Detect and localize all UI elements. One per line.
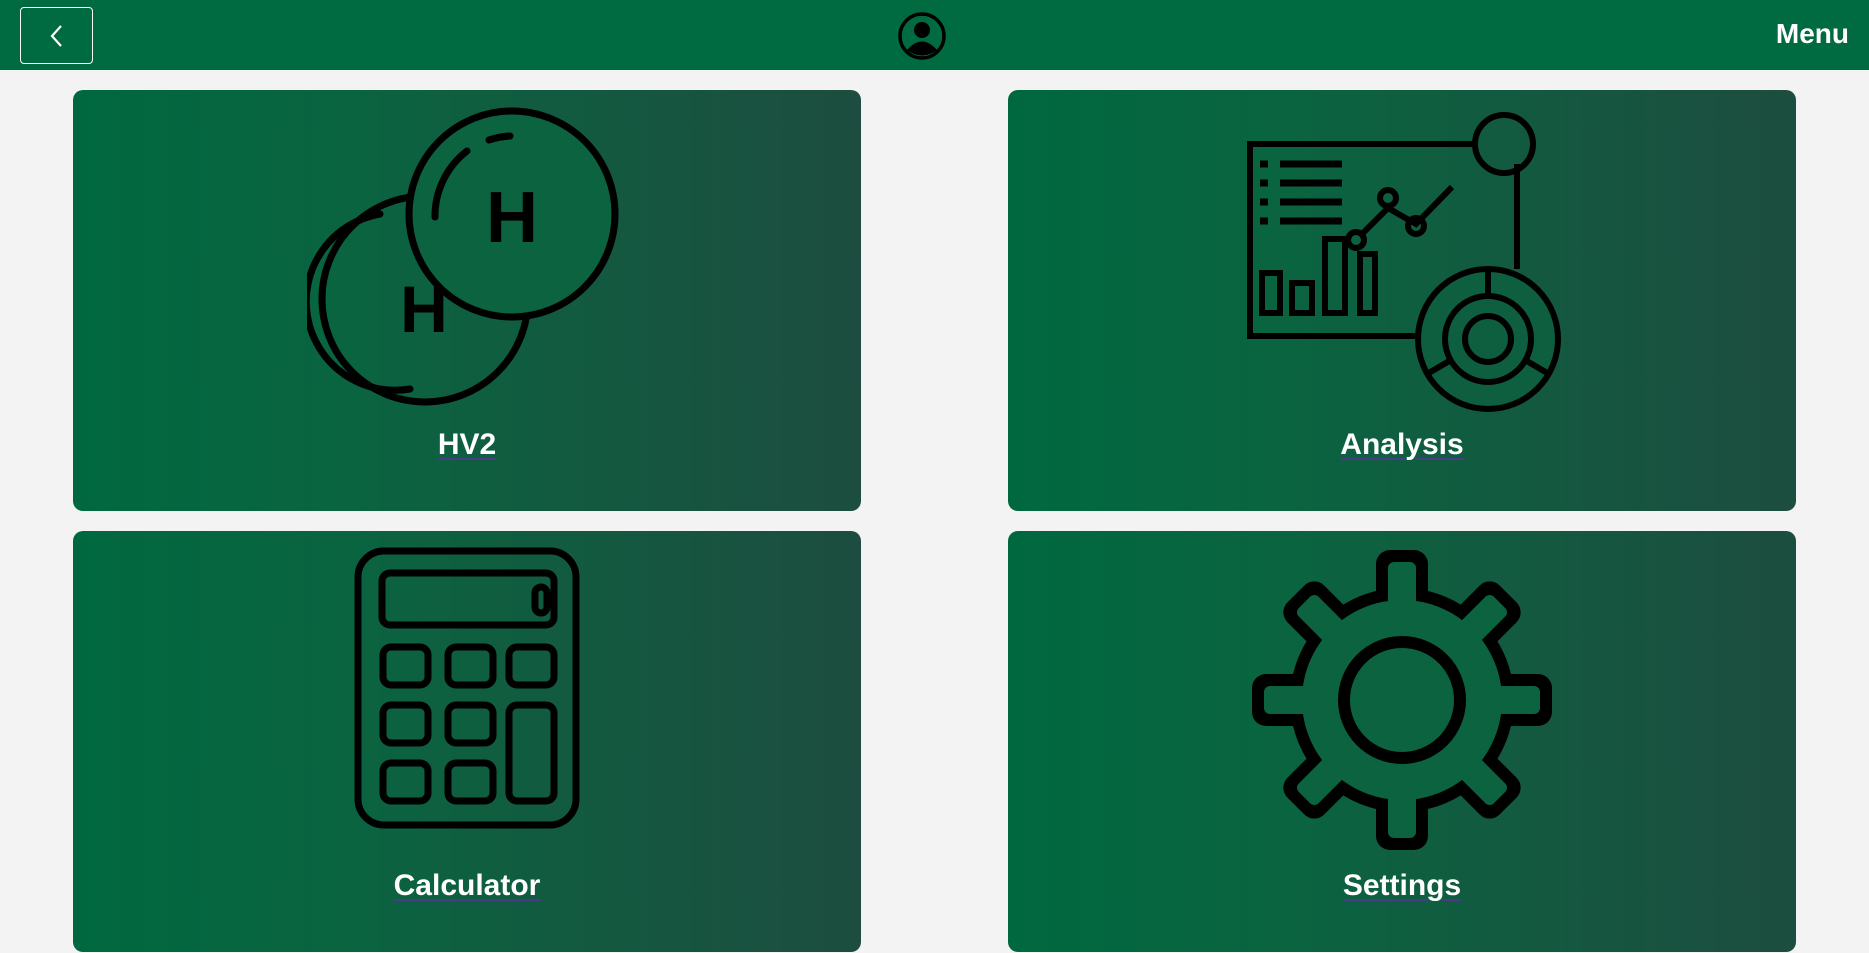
tile-label-hv2: HV2 bbox=[437, 428, 497, 461]
menu-button[interactable]: Menu bbox=[1776, 18, 1849, 50]
top-bar: Menu bbox=[0, 0, 1869, 70]
user-account-icon[interactable] bbox=[897, 11, 947, 61]
tile-label-calculator: Calculator bbox=[393, 869, 541, 902]
tile-hv2[interactable]: H H HV2 bbox=[73, 90, 861, 511]
svg-text:H: H bbox=[486, 178, 538, 258]
svg-text:H: H bbox=[400, 272, 448, 346]
tile-label-analysis: Analysis bbox=[1340, 428, 1464, 461]
tile-label-settings: Settings bbox=[1342, 869, 1462, 902]
gear-icon bbox=[1252, 550, 1552, 850]
hydrogen-molecule-icon: H H bbox=[307, 107, 619, 406]
tile-settings[interactable]: Settings bbox=[1008, 531, 1796, 952]
chevron-left-icon bbox=[50, 24, 62, 47]
tile-analysis[interactable]: Analysis bbox=[1008, 90, 1796, 511]
tile-calculator[interactable]: Calculator bbox=[73, 531, 861, 952]
back-button[interactable] bbox=[20, 7, 93, 64]
calculator-icon bbox=[354, 547, 580, 829]
analytics-dashboard-icon bbox=[1247, 112, 1561, 412]
